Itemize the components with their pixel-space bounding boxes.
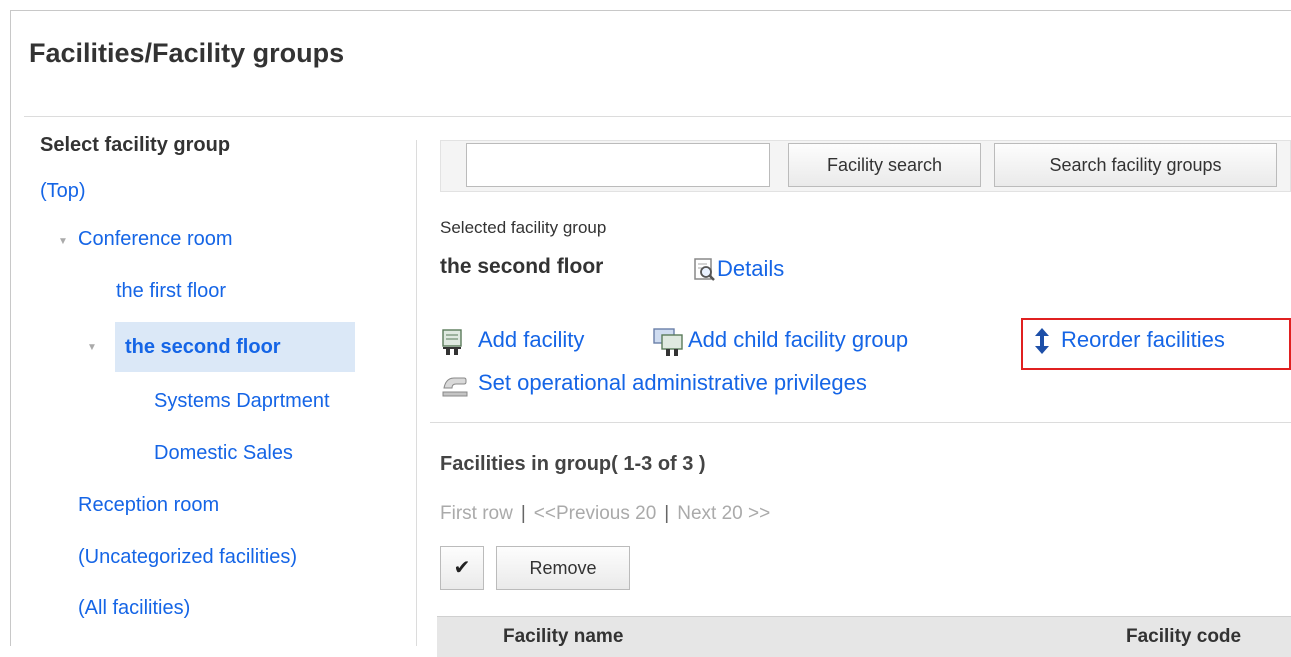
tree-item-systems-department[interactable]: Systems Daprtment [154, 390, 330, 413]
reorder-icon[interactable] [1033, 327, 1051, 360]
details-icon[interactable] [693, 257, 717, 288]
sidebar-divider [416, 140, 417, 646]
tree-expanded-icon[interactable]: ▼ [87, 342, 97, 353]
reorder-facilities-link[interactable]: Reorder facilities [1061, 327, 1225, 353]
add-child-group-icon[interactable] [652, 327, 686, 362]
checkmark-icon: ✔ [453, 557, 471, 579]
column-facility-name[interactable]: Facility name [503, 626, 623, 648]
section-divider [430, 422, 1291, 423]
remove-button[interactable]: Remove [496, 546, 630, 590]
tree-item-domestic-sales[interactable]: Domestic Sales [154, 442, 293, 465]
add-facility-link[interactable]: Add facility [478, 327, 584, 353]
tree-item-first-floor[interactable]: the first floor [116, 280, 226, 303]
sidebar-heading: Select facility group [40, 134, 231, 156]
pager-separator: | [664, 503, 670, 524]
select-all-checkbox[interactable]: ✔ [440, 546, 484, 590]
tree-item-all-facilities[interactable]: (All facilities) [78, 597, 190, 620]
privileges-icon[interactable] [440, 370, 470, 405]
pager-separator: | [520, 503, 526, 524]
pager-next: Next 20 >> [677, 503, 771, 524]
pager: First row | <<Previous 20 | Next 20 >> [440, 503, 770, 525]
facilities-heading: Facilities in group( 1-3 of 3 ) [440, 453, 706, 475]
facility-search-button[interactable]: Facility search [788, 143, 981, 187]
set-privileges-link[interactable]: Set operational administrative privilege… [478, 370, 867, 396]
details-link[interactable]: Details [717, 256, 784, 282]
pager-previous: <<Previous 20 [533, 503, 657, 524]
tree-item-reception-room[interactable]: Reception room [78, 494, 219, 517]
add-facility-icon[interactable] [440, 327, 466, 362]
selected-group-name: the second floor [440, 255, 604, 278]
pager-first: First row [440, 503, 513, 524]
page-title: Facilities/Facility groups [29, 38, 345, 68]
tree-item-second-floor[interactable]: the second floor [125, 336, 281, 359]
tree-item-top[interactable]: (Top) [40, 180, 86, 203]
tree-item-conference-room[interactable]: Conference room [78, 228, 233, 251]
tree-item-uncategorized[interactable]: (Uncategorized facilities) [78, 546, 297, 569]
search-facility-groups-button[interactable]: Search facility groups [994, 143, 1277, 187]
title-divider [24, 116, 1291, 117]
tree-expanded-icon[interactable]: ▼ [58, 236, 68, 247]
search-input[interactable] [466, 143, 770, 187]
add-child-facility-group-link[interactable]: Add child facility group [688, 327, 908, 353]
column-facility-code[interactable]: Facility code [1126, 626, 1241, 648]
selected-group-label: Selected facility group [440, 218, 607, 237]
